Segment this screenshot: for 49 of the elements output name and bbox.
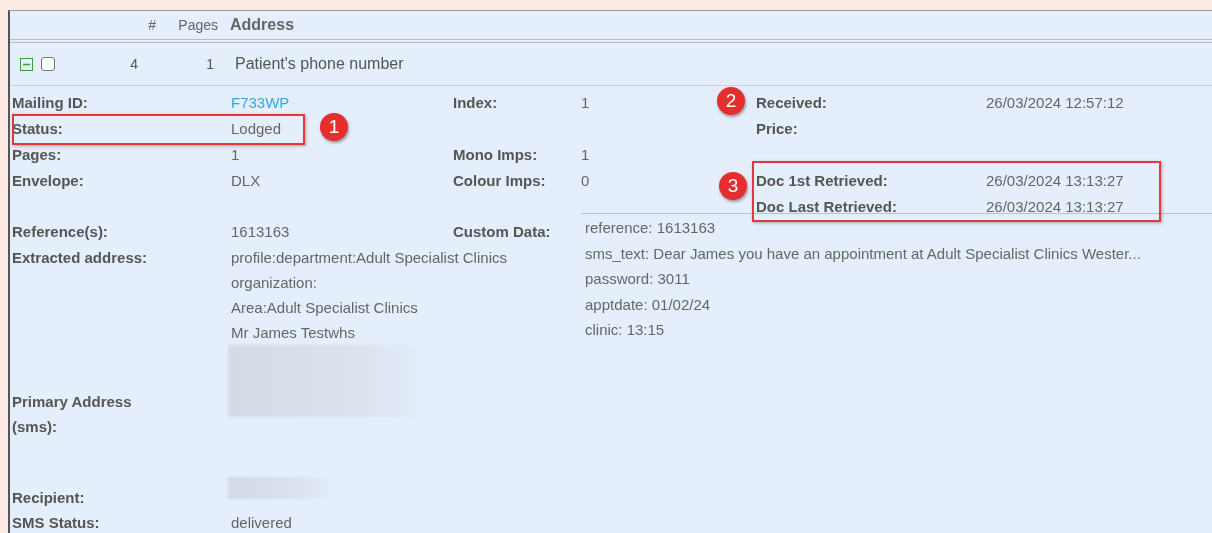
address-line: Area:Adult Specialist Clinics (231, 298, 418, 318)
field-label: Mailing ID: (11, 93, 88, 111)
address-line: profile:department:Adult Specialist Clinics (231, 248, 507, 268)
column-header: Pages (177, 17, 219, 33)
field-value: 1 (581, 145, 590, 163)
field-label: Doc Last Retrieved: (755, 197, 897, 215)
field-label: Primary Address (sms): (11, 392, 133, 437)
field-value: 26/03/2024 13:13:27 (986, 197, 1124, 215)
address-line: Mr James Testwhs (231, 323, 355, 343)
column-header: # (147, 17, 157, 33)
field-value: 26/03/2024 12:57:12 (986, 93, 1124, 111)
field-label: Doc 1st Retrieved: (755, 171, 888, 189)
field-value: 26/03/2024 13:13:27 (986, 171, 1124, 189)
field-value: 0 (581, 171, 590, 189)
field-label: Custom Data: (452, 222, 551, 242)
field-value: DLX (231, 171, 261, 189)
field-value: Lodged (231, 119, 282, 137)
field-value: 1 (581, 93, 590, 111)
address-line: organization: (231, 273, 317, 293)
field-label: Mono Imps: (452, 145, 538, 163)
table-cell-text: Patient's phone number (234, 55, 405, 73)
table-cell: 1 (206, 56, 214, 72)
custom-data-line: password: 3011 (585, 269, 690, 289)
custom-data-line: reference: 1613163 (585, 218, 716, 238)
custom-data-line: apptdate: 01/02/24 (585, 294, 711, 315)
column-header: Address (229, 16, 296, 34)
field-label: Index: (452, 93, 498, 111)
row-checkbox[interactable] (41, 57, 55, 71)
step-marker: 3 (719, 172, 747, 200)
field-label: Reference(s): (11, 222, 108, 242)
step-marker: 2 (717, 87, 745, 115)
field-label: SMS Status: (11, 513, 101, 533)
field-label: Pages: (11, 145, 62, 163)
field-label: Received: (755, 93, 827, 111)
field-value: delivered (231, 513, 292, 533)
field-label: Colour Imps: (452, 171, 546, 189)
field-label: Recipient: (11, 488, 86, 508)
mailing-id-link[interactable]: F733WP (231, 93, 290, 111)
field-value: 1613163 (231, 222, 290, 242)
field-label: Price: (755, 119, 798, 137)
custom-data-line: clinic: 13:15 (585, 320, 665, 340)
field-label: Extracted address: (11, 248, 148, 268)
collapse-icon[interactable] (20, 57, 33, 71)
field-label: Status: (11, 119, 63, 137)
field-label: Envelope: (11, 171, 84, 189)
field-value: 1 (231, 145, 240, 163)
custom-data-line: sms_text: Dear James you have an appointment at Adult Specialist Clinics Wester... (585, 243, 1141, 264)
step-marker: 1 (320, 113, 348, 141)
table-cell: 4 (130, 56, 138, 72)
